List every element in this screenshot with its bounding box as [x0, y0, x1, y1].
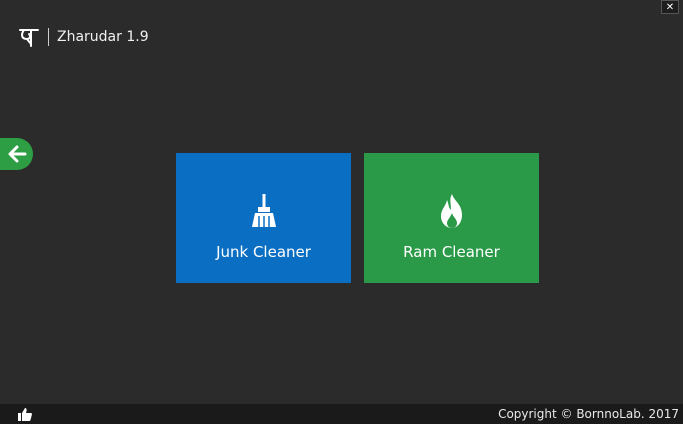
back-button[interactable]: [0, 138, 33, 170]
like-button[interactable]: [18, 407, 34, 421]
junk-cleaner-label: Junk Cleaner: [216, 243, 311, 261]
close-button[interactable]: ✕: [661, 0, 679, 14]
app-title: Zharudar 1.9: [57, 29, 149, 45]
header-divider: [48, 28, 49, 46]
thumbs-up-icon: [18, 407, 32, 421]
status-bar: Copyright © BornnoLab. 2017: [0, 404, 683, 424]
app-logo-icon: [19, 29, 39, 47]
junk-cleaner-tile[interactable]: Junk Cleaner: [176, 153, 351, 283]
broom-icon: [251, 194, 276, 227]
app-header: Zharudar 1.9: [18, 24, 149, 50]
close-icon: ✕: [665, 1, 675, 13]
arrow-left-icon: [8, 145, 26, 163]
ram-cleaner-label: Ram Cleaner: [403, 243, 500, 261]
ram-cleaner-tile[interactable]: Ram Cleaner: [364, 153, 539, 283]
copyright-text: Copyright © BornnoLab. 2017: [498, 407, 679, 421]
fire-icon: [440, 194, 462, 228]
